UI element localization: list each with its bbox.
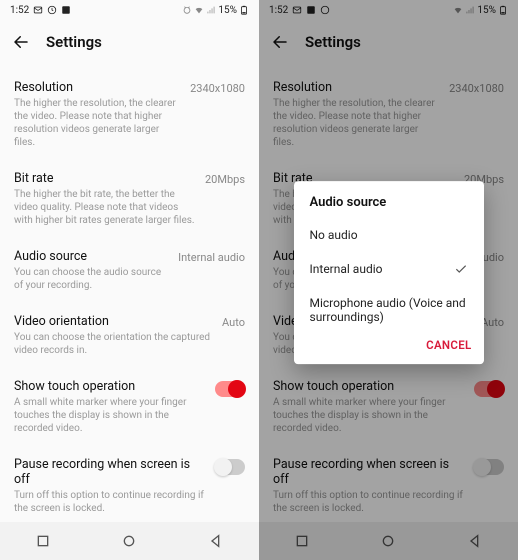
- wifi-icon: [194, 5, 204, 15]
- item-title: Pause recording when screen is off: [14, 457, 205, 487]
- item-title: Show touch operation: [14, 379, 205, 394]
- item-orientation[interactable]: Video orientation You can choose the ori…: [0, 304, 259, 369]
- item-sub: You can choose the orientation the captu…: [14, 331, 212, 357]
- option-label: Internal audio: [310, 262, 383, 276]
- cancel-button[interactable]: CANCEL: [426, 338, 471, 352]
- battery-text: 15%: [218, 5, 237, 16]
- item-value: Internal audio: [178, 249, 245, 264]
- status-time: 1:52: [10, 5, 29, 16]
- option-microphone-audio[interactable]: Microphone audio (Voice and surroundings…: [294, 286, 484, 334]
- toggle-pause-screen-off[interactable]: [215, 459, 245, 475]
- item-resolution[interactable]: Resolution The higher the resolution, th…: [0, 70, 259, 161]
- dialog-title: Audio source: [294, 195, 484, 218]
- phone-left: 1:52 15% Settings Resolution T: [0, 0, 259, 560]
- option-no-audio[interactable]: No audio: [294, 218, 484, 252]
- back-icon[interactable]: [12, 33, 30, 51]
- nav-home-icon[interactable]: [121, 533, 137, 549]
- page-title: Settings: [46, 33, 102, 51]
- item-show-touch[interactable]: Show touch operation A small white marke…: [0, 369, 259, 447]
- toggle-show-touch[interactable]: [215, 381, 245, 397]
- battery-icon: [239, 5, 249, 15]
- item-pause-screen-off[interactable]: Pause recording when screen is off Turn …: [0, 447, 259, 522]
- item-value: Auto: [222, 314, 245, 329]
- option-internal-audio[interactable]: Internal audio: [294, 252, 484, 286]
- audio-source-dialog: Audio source No audio Internal audio Mic…: [294, 181, 484, 364]
- item-audio-source[interactable]: Audio source You can choose the audio so…: [0, 239, 259, 304]
- item-value: 2340x1080: [190, 80, 245, 95]
- phone-right: 1:52 15% Settings Resolution The higher: [259, 0, 518, 560]
- item-sub: The higher the resolution, the clearer t…: [14, 97, 180, 149]
- nav-back-icon[interactable]: [208, 533, 224, 549]
- item-title: Video orientation: [14, 314, 212, 329]
- alarm-icon: [182, 5, 192, 15]
- nav-recent-icon[interactable]: [35, 533, 51, 549]
- item-sub: A small white marker where your finger t…: [14, 396, 205, 435]
- nav-bar: [0, 522, 259, 560]
- item-sub: The higher the bit rate, the better the …: [14, 188, 195, 227]
- item-value: 20Mbps: [205, 171, 245, 186]
- clock-icon: [47, 5, 57, 15]
- mail-icon: [33, 5, 43, 15]
- item-title: Resolution: [14, 80, 180, 95]
- option-label: Microphone audio (Voice and surroundings…: [310, 296, 468, 324]
- image-icon: [61, 5, 71, 15]
- option-label: No audio: [310, 228, 358, 242]
- item-title: Audio source: [14, 249, 168, 264]
- status-bar: 1:52 15%: [0, 0, 259, 20]
- app-bar: Settings: [0, 20, 259, 64]
- item-sub: Turn off this option to continue recordi…: [14, 489, 205, 515]
- item-title: Bit rate: [14, 171, 195, 186]
- item-bitrate[interactable]: Bit rate The higher the bit rate, the be…: [0, 161, 259, 239]
- item-sub: You can choose the audio source of your …: [14, 266, 168, 292]
- signal-icon: [206, 5, 216, 15]
- check-icon: [454, 262, 468, 276]
- settings-list: Resolution The higher the resolution, th…: [0, 64, 259, 522]
